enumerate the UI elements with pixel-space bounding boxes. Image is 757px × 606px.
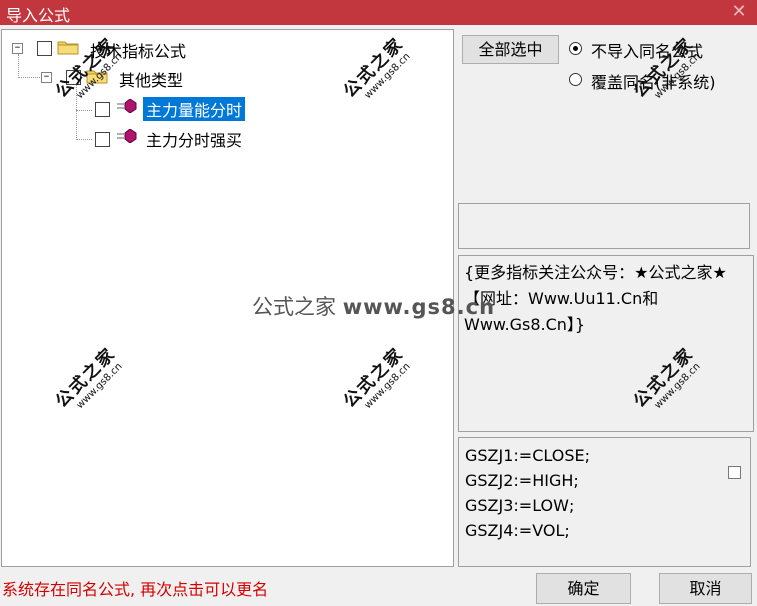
tree-item-formula[interactable]: 主力量能分时 xyxy=(2,95,452,121)
ok-button[interactable]: 确定 xyxy=(536,573,631,604)
cancel-button[interactable]: 取消 xyxy=(659,573,752,604)
code-line: GSZJ3:=LOW; xyxy=(465,496,575,515)
close-icon[interactable]: ✕ xyxy=(729,0,749,24)
tree-item-label: 主力量能分时 xyxy=(143,97,246,121)
folder-icon xyxy=(57,41,79,55)
tree-node-root[interactable]: − 技术指标公式 xyxy=(2,38,452,61)
description-text: {更多指标关注公众号：★公式之家★ 【网址：Www.Uu11.Cn和Www.Gs… xyxy=(464,263,727,334)
root-checkbox[interactable] xyxy=(37,41,52,56)
status-message: 系统存在同名公式, 再次点击可以更名 xyxy=(2,580,269,599)
option-label: 覆盖同名(非系统) xyxy=(591,73,716,92)
tree-node-group[interactable]: − 其他类型 xyxy=(2,67,452,90)
formula-tree[interactable]: − 技术指标公式 − 其他类型 主力量能分时 主力分时强买 xyxy=(1,29,454,567)
folder-icon xyxy=(86,70,108,84)
tree-node-label: 技术指标公式 xyxy=(90,42,187,61)
collapse-icon[interactable]: − xyxy=(12,43,23,54)
tree-node-label: 其他类型 xyxy=(119,71,184,90)
option-no-import[interactable]: 不导入同名公式 xyxy=(569,41,754,63)
select-all-button[interactable]: 全部选中 xyxy=(462,35,559,64)
collapse-icon[interactable]: − xyxy=(41,72,52,83)
code-box: GSZJ1:=CLOSE; GSZJ2:=HIGH; GSZJ3:=LOW; G… xyxy=(458,437,751,567)
code-line: GSZJ1:=CLOSE; xyxy=(465,446,590,465)
window-title: 导入公式 xyxy=(6,6,71,25)
group-checkbox[interactable] xyxy=(66,70,81,85)
formula-icon xyxy=(117,99,137,113)
radio-overwrite[interactable] xyxy=(569,73,582,86)
tree-item-label: 主力分时强买 xyxy=(146,131,243,150)
formula-checkbox[interactable] xyxy=(95,102,110,117)
title-bar: 导入公式 ✕ xyxy=(0,0,757,25)
option-label: 不导入同名公式 xyxy=(591,42,704,61)
description-box: {更多指标关注公众号：★公式之家★ 【网址：Www.Uu11.Cn和Www.Gs… xyxy=(458,255,754,432)
formula-icon xyxy=(117,129,137,143)
empty-field xyxy=(458,203,750,249)
code-checkbox[interactable] xyxy=(728,466,741,479)
code-line: GSZJ2:=HIGH; xyxy=(465,471,579,490)
option-overwrite[interactable]: 覆盖同名(非系统) xyxy=(569,72,754,94)
tree-item-formula[interactable]: 主力分时强买 xyxy=(2,125,452,150)
code-line: GSZJ4:=VOL; xyxy=(465,521,570,540)
formula-checkbox[interactable] xyxy=(95,132,110,147)
radio-no-import[interactable] xyxy=(569,42,582,55)
